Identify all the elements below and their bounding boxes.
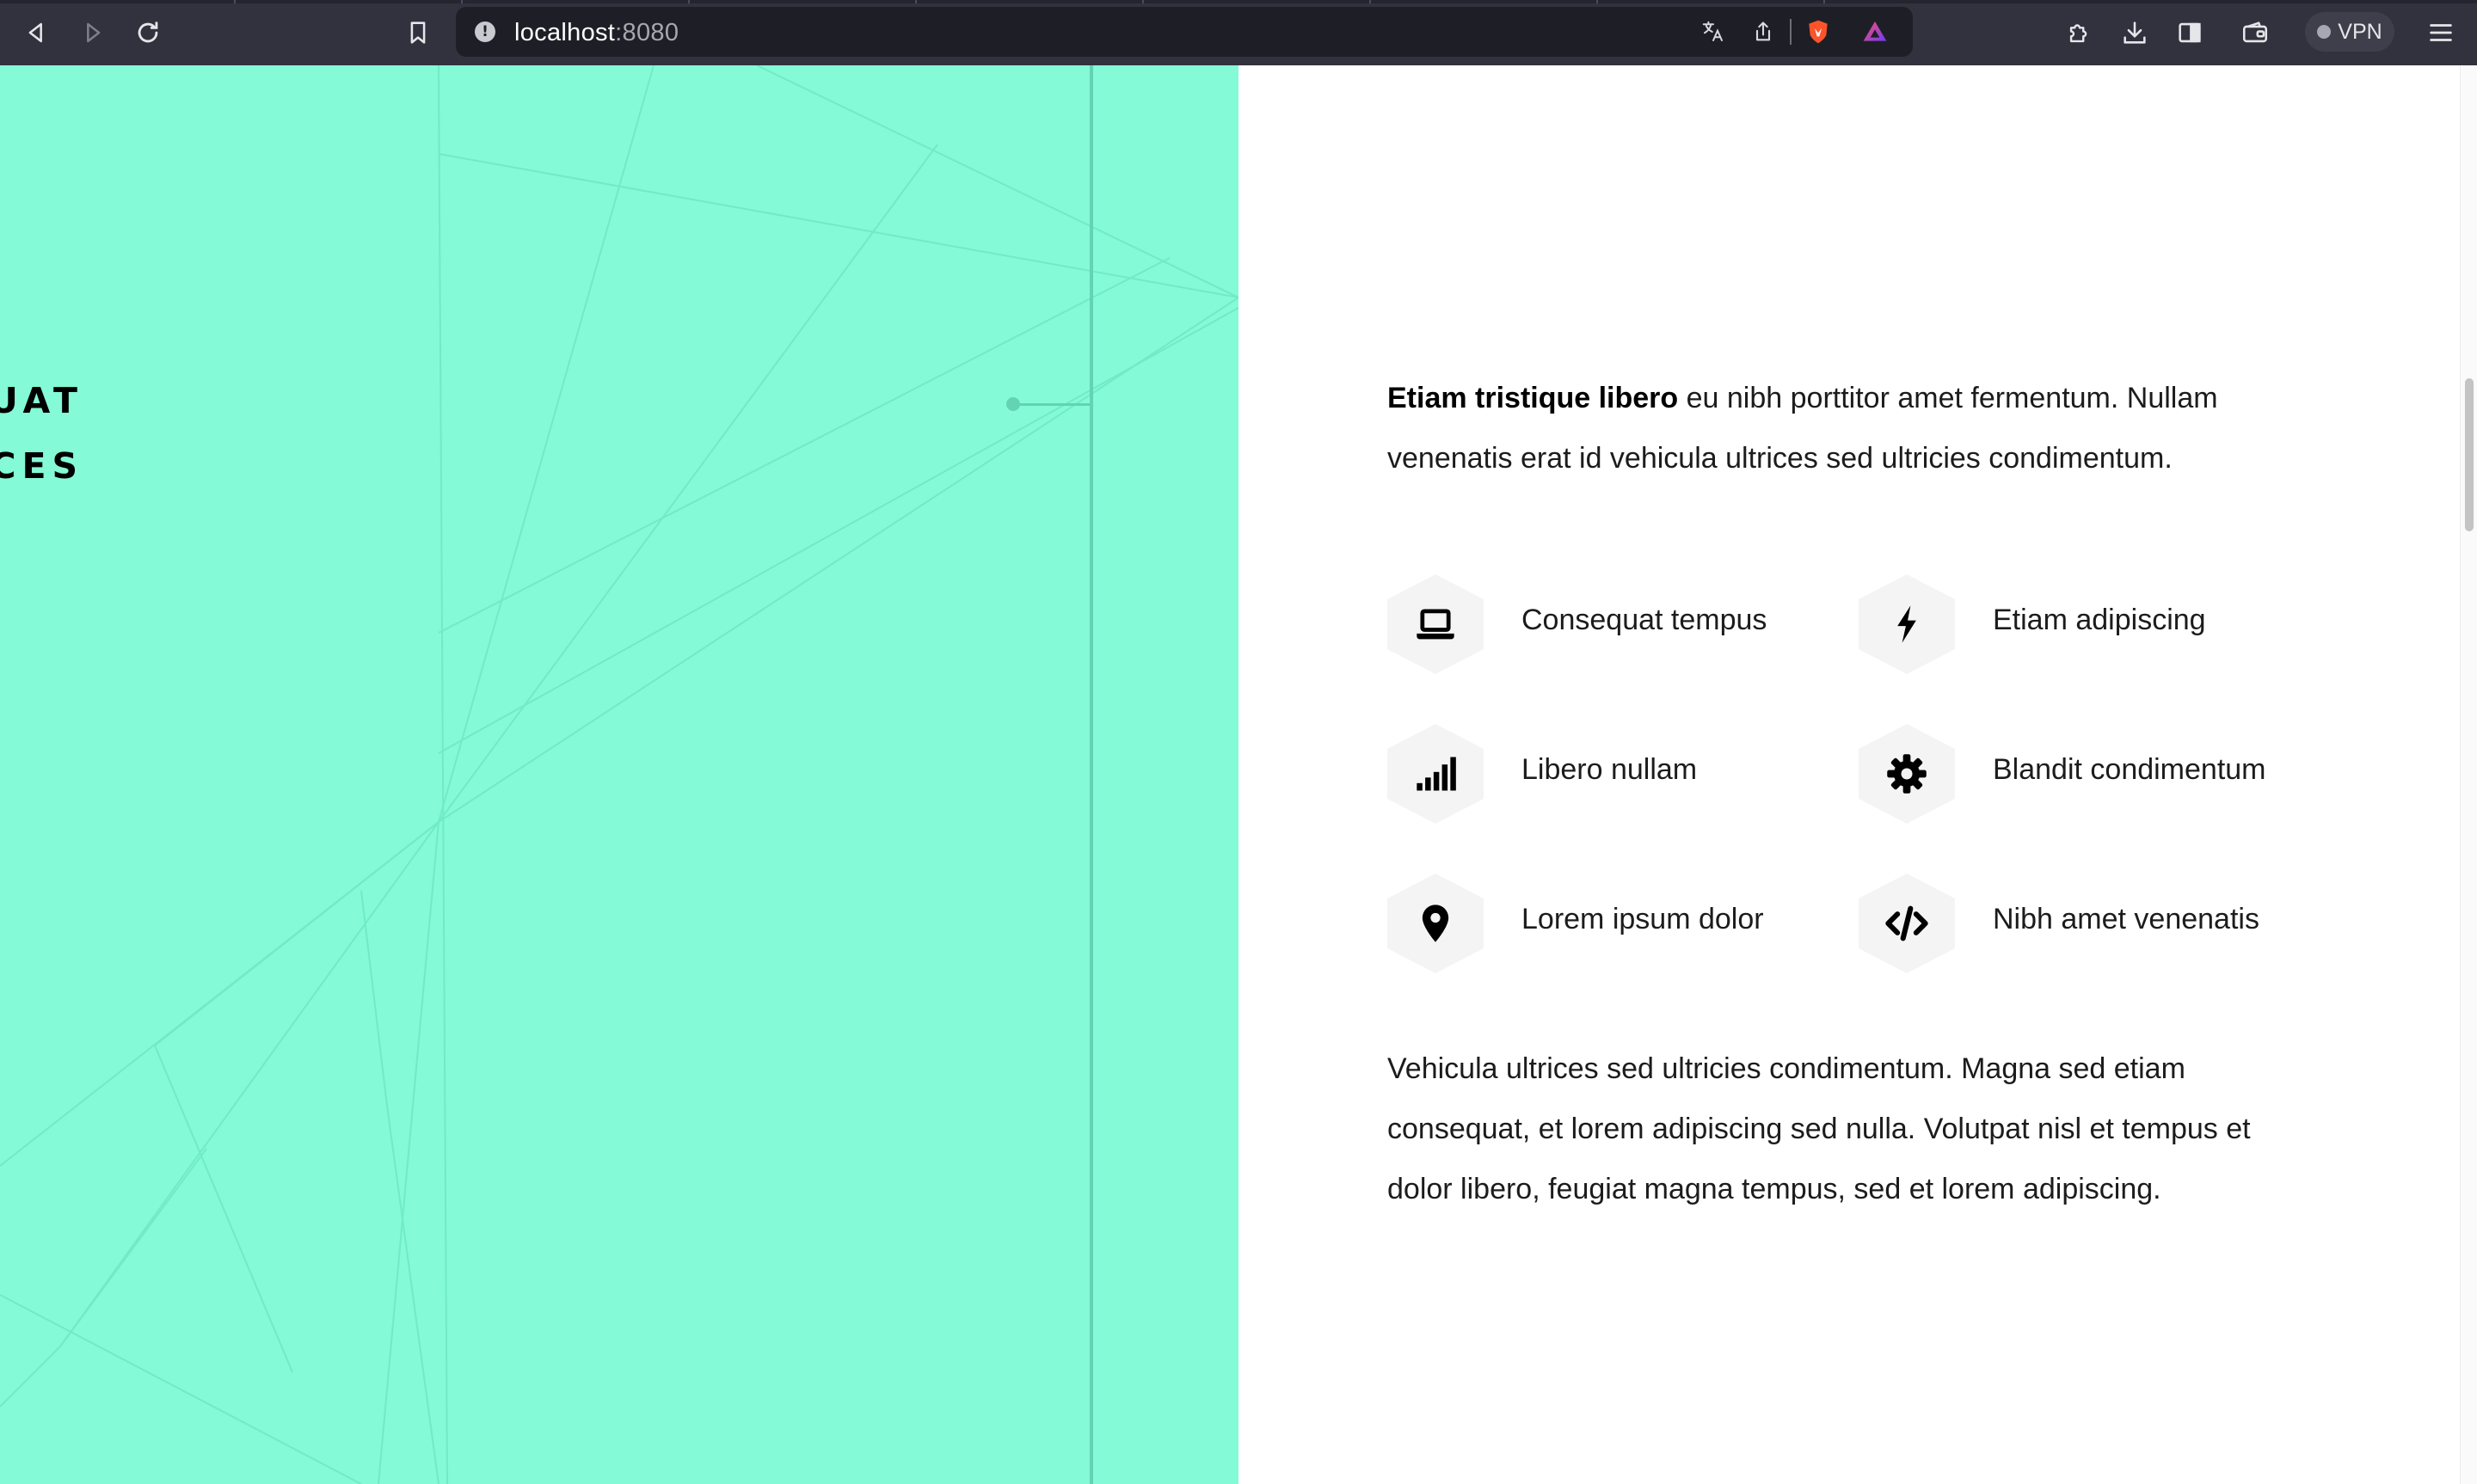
feature-hex <box>1387 724 1484 824</box>
url-text[interactable]: localhost:8080 <box>514 19 679 47</box>
intro-paragraph: Etiam tristique libero eu nibh porttitor… <box>1387 368 2273 488</box>
brave-shields-icon[interactable] <box>1804 18 1832 46</box>
url-separator <box>1790 19 1792 45</box>
feature-label: Etiam adipiscing <box>1993 604 2206 636</box>
sidebar-icon[interactable] <box>2173 15 2207 50</box>
signal-icon <box>1417 757 1456 791</box>
scrollbar-thumb[interactable] <box>2465 378 2474 531</box>
bookmark-icon[interactable] <box>401 15 435 50</box>
map-marker-icon <box>1422 905 1449 942</box>
back-icon[interactable] <box>19 15 53 50</box>
reload-icon[interactable] <box>131 15 165 50</box>
browser-toolbar: ! localhost:8080 VPN <box>0 0 2477 65</box>
feature-label: Libero nullam <box>1521 753 1698 786</box>
timeline-connector <box>1006 396 1092 411</box>
feature-item: Blandit condimentum <box>1859 724 2323 824</box>
vpn-button[interactable]: VPN <box>2305 12 2394 52</box>
web-page: FEUGIAT CONSEQUAT TEMPUS ULTRICES Etiam … <box>0 65 2477 1484</box>
vpn-label: VPN <box>2338 19 2382 44</box>
site-info-icon[interactable]: ! <box>475 21 495 42</box>
translate-icon[interactable] <box>1699 18 1727 46</box>
feature-hex <box>1859 724 1955 824</box>
feature-hex <box>1859 874 1955 973</box>
vpn-status-icon <box>2317 25 2332 39</box>
feature-item: Lorem ipsum dolor <box>1387 874 1852 973</box>
section-header-panel: FEUGIAT CONSEQUAT TEMPUS ULTRICES <box>0 65 1238 1484</box>
extensions-icon[interactable] <box>2062 15 2097 50</box>
feature-item: Libero nullam <box>1387 724 1852 824</box>
feature-hex <box>1387 574 1484 674</box>
intro-bold-text: Etiam tristique libero <box>1387 382 1679 414</box>
polygon-background <box>0 65 1238 1484</box>
downloads-icon[interactable] <box>2117 15 2152 50</box>
share-icon[interactable] <box>1749 18 1777 46</box>
heading-line-2: TEMPUS ULTRICES <box>0 445 83 487</box>
gear-icon <box>1887 754 1927 794</box>
feature-item: Etiam adipiscing <box>1859 574 2323 674</box>
outro-paragraph: Vehicula ultrices sed ultricies condimen… <box>1387 1052 2251 1205</box>
feature-list: Consequat tempus Etiam adipiscing Libero… <box>1387 574 2333 1021</box>
page-scrollbar[interactable] <box>2460 65 2477 1484</box>
wallet-icon[interactable] <box>2238 15 2272 50</box>
heading-line-1: FEUGIAT CONSEQUAT <box>0 380 83 421</box>
timeline-line <box>1090 65 1093 1484</box>
feature-label: Blandit condimentum <box>1993 753 2266 786</box>
brave-rewards-icon[interactable] <box>1861 18 1889 46</box>
feature-hex <box>1387 874 1484 973</box>
section-content: Etiam tristique libero eu nibh porttitor… <box>1238 65 2460 1484</box>
feature-label: Lorem ipsum dolor <box>1521 903 1764 935</box>
section-heading: FEUGIAT CONSEQUAT TEMPUS ULTRICES <box>0 368 77 499</box>
laptop-icon <box>1417 609 1454 640</box>
bolt-icon <box>1897 605 1916 643</box>
code-icon <box>1885 905 1928 941</box>
feature-hex <box>1859 574 1955 674</box>
feature-item: Consequat tempus <box>1387 574 1852 674</box>
tab-strip <box>0 0 2477 3</box>
address-bar[interactable]: ! localhost:8080 <box>456 7 1913 57</box>
feature-label: Nibh amet venenatis <box>1993 903 2259 935</box>
forward-icon[interactable] <box>76 15 110 50</box>
feature-item: Nibh amet venenatis <box>1859 874 2323 973</box>
feature-label: Consequat tempus <box>1521 604 1767 636</box>
menu-icon[interactable] <box>2424 15 2458 50</box>
